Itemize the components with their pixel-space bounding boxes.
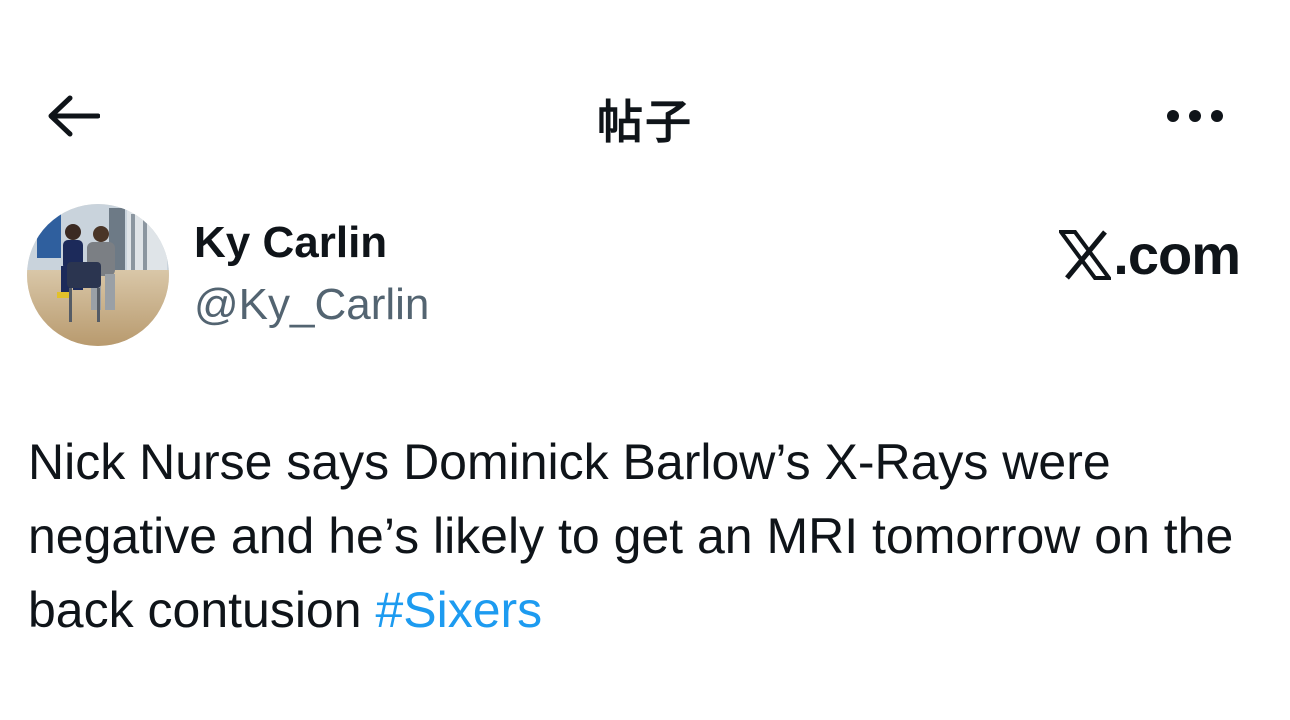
page-title: 帖子 <box>597 95 693 149</box>
author-handle[interactable]: @Ky_Carlin <box>194 280 429 330</box>
hashtag-link[interactable]: #Sixers <box>375 582 542 638</box>
top-bar: 帖子 <box>0 0 1290 170</box>
brand-domain: .com <box>1113 223 1241 286</box>
tweet-body: Nick Nurse says Dominick Barlow’s X-Rays… <box>28 425 1268 647</box>
brand-watermark: .com <box>1059 222 1241 287</box>
tweet-text: Nick Nurse says Dominick Barlow’s X-Rays… <box>28 434 1234 638</box>
more-options-button[interactable] <box>1160 96 1230 136</box>
avatar[interactable] <box>27 204 169 346</box>
avatar-photo <box>27 204 169 346</box>
more-horizontal-icon <box>1167 110 1223 122</box>
x-logo-icon <box>1059 229 1112 280</box>
author-name[interactable]: Ky Carlin <box>194 218 387 268</box>
